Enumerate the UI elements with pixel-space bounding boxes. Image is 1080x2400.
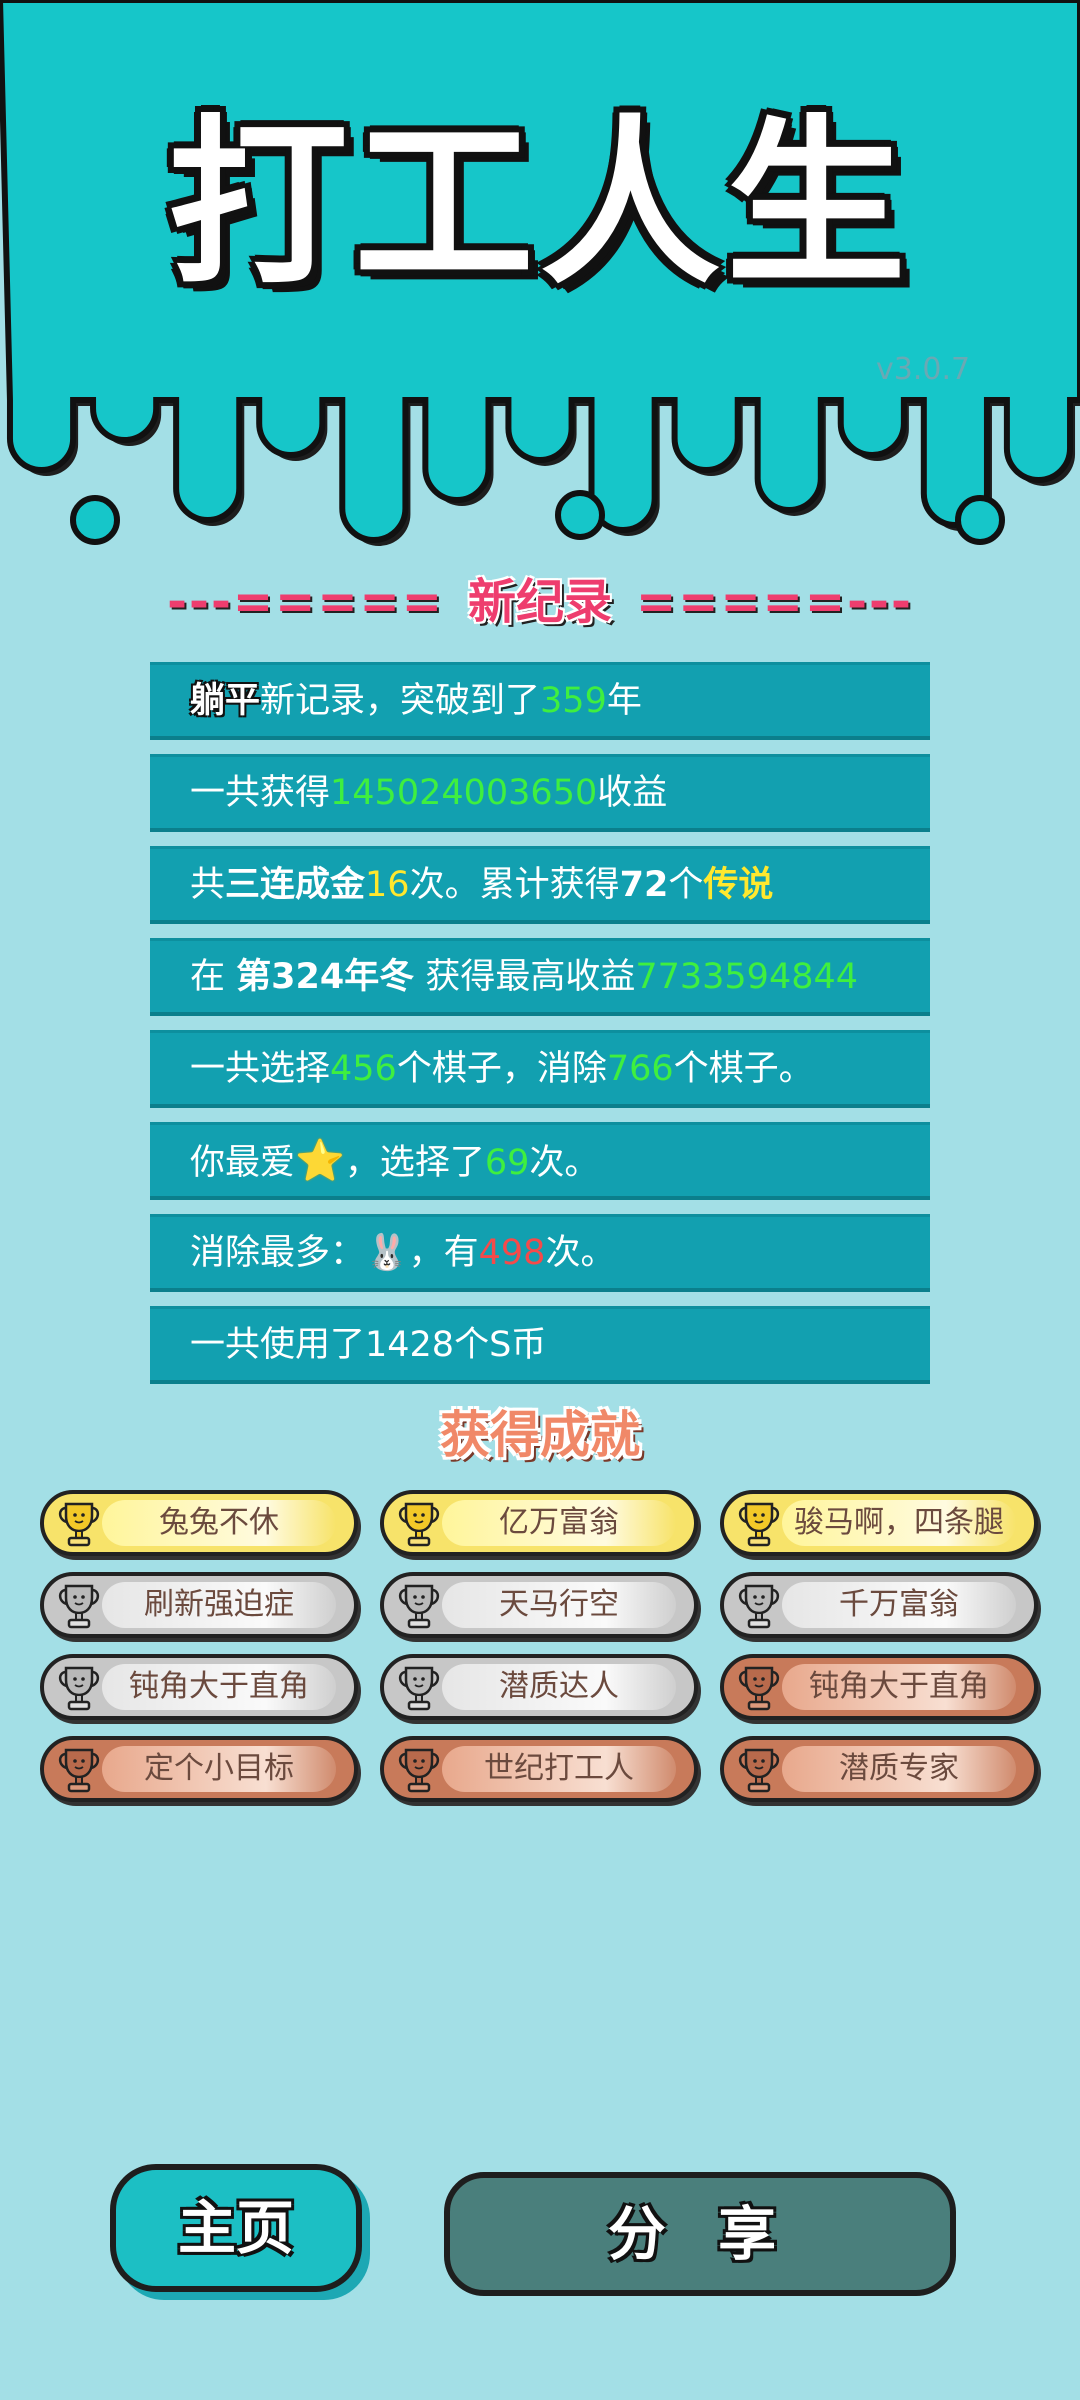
stat-value: 359 [540,681,607,721]
achievement-badge[interactable]: 钝角大于直角 [720,1654,1038,1720]
stat-text: ，有 [408,1233,479,1273]
stat-row: 一共使用了1428个S币 [150,1306,930,1384]
drip-droplet [955,495,1005,545]
achievement-label: 千万富翁 [782,1582,1016,1628]
stat-row: 一共获得145024003650收益 [150,754,930,832]
stat-text: 个棋子，消除 [396,1049,607,1089]
stat-text: 你最爱 [190,1143,296,1183]
trophy-icon [398,1502,440,1547]
achievements-title: 获得成就 [440,1406,640,1464]
achievement-badge[interactable]: 千万富翁 [720,1572,1038,1638]
stat-row: 在 第324年冬 获得最高收益7733594844 [150,938,930,1016]
stats-list: 躺平新记录，突破到了359年 一共获得145024003650收益 共三连成金16次… [150,662,930,1398]
stat-text: 一共选择 [190,1049,331,1089]
achievement-label: 潜质达人 [442,1664,676,1710]
stat-highlight: 第324年冬 [236,957,415,997]
drip-droplet [70,495,120,545]
trophy-icon [58,1584,100,1629]
stat-text: 新记录，突破到了 [260,681,541,721]
stat-value: 16 [365,865,410,905]
achievement-label: 钝角大于直角 [782,1664,1016,1710]
record-dashes-right: =====--- [636,574,913,630]
stat-text: 共 [190,865,226,905]
stat-text: 个 [668,865,704,905]
stat-highlight: 三连成金 [225,865,366,905]
achievement-label: 兔兔不休 [102,1500,336,1546]
achievement-label: 骏马啊，四条腿 [782,1500,1016,1546]
stat-row: 你最爱⭐，选择了69次。 [150,1122,930,1200]
stat-text: 次。累计获得 [409,865,620,905]
achievement-badge[interactable]: 骏马啊，四条腿 [720,1490,1038,1556]
stat-row: 躺平新记录，突破到了359年 [150,662,930,740]
stat-text: 一共使用了1428个S币 [190,1325,547,1365]
stat-value: 498 [478,1233,546,1273]
record-dashes-left: ---===== [167,574,444,630]
stat-text: 在 [190,957,237,997]
achievement-badge[interactable]: 世纪打工人 [380,1736,698,1802]
header-area: 打工人生 v3.0.7 [0,0,1080,560]
achievement-badge[interactable]: 天马行空 [380,1572,698,1638]
achievement-badge[interactable]: 潜质达人 [380,1654,698,1720]
achievement-label: 定个小目标 [102,1746,336,1792]
stat-value: 766 [606,1049,674,1089]
trophy-icon [398,1666,440,1711]
achievement-badge[interactable]: 兔兔不休 [40,1490,358,1556]
trophy-icon [738,1502,780,1547]
game-title: 打工人生 [167,100,912,309]
stat-value: 145024003650 [330,773,598,813]
stat-row: 一共选择456个棋子，消除766个棋子。 [150,1030,930,1108]
achievement-badge[interactable]: 钝角大于直角 [40,1654,358,1720]
achievement-label: 潜质专家 [782,1746,1016,1792]
star-icon: ⭐ [295,1138,345,1184]
rabbit-icon: 🐰 [365,1233,409,1273]
stat-highlight: 传说 [703,865,774,905]
stat-text: 收益 [597,773,668,813]
trophy-icon [58,1666,100,1711]
stat-value: 7733594844 [635,957,859,997]
stat-text: ，选择了 [344,1143,485,1183]
stat-text: 一共获得 [190,773,331,813]
trophy-icon [58,1502,100,1547]
home-button[interactable]: 主页 [110,2164,362,2292]
stat-row: 消除最多：🐰，有498次。 [150,1214,930,1292]
new-record-header: ---===== 新纪录 =====--- [0,572,1080,632]
achievement-badge[interactable]: 刷新强迫症 [40,1572,358,1638]
drip-droplet [555,490,605,540]
achievement-badge[interactable]: 定个小目标 [40,1736,358,1802]
stat-text: 个棋子。 [673,1049,814,1089]
stat-row: 共三连成金16次。累计获得72个传说 [150,846,930,924]
stat-highlight: 躺平 [190,681,261,721]
trophy-icon [398,1584,440,1629]
version-label: v3.0.7 [876,352,971,387]
achievement-badge[interactable]: 潜质专家 [720,1736,1038,1802]
stat-text: 年 [606,681,642,721]
stat-text: 次。 [529,1143,600,1183]
achievement-label: 钝角大于直角 [102,1664,336,1710]
share-button[interactable]: 分 享 [444,2172,956,2296]
stat-text: 获得最高收益 [414,957,636,997]
achievement-label: 亿万富翁 [442,1500,676,1546]
trophy-icon [738,1666,780,1711]
achievement-badge[interactable]: 亿万富翁 [380,1490,698,1556]
stat-value: 456 [330,1049,397,1089]
achievement-label: 刷新强迫症 [102,1582,336,1628]
stat-value: 69 [484,1143,530,1183]
achievement-label: 世纪打工人 [442,1746,676,1792]
stat-text: 次。 [545,1233,616,1273]
achievement-label: 天马行空 [442,1582,676,1628]
trophy-icon [738,1584,780,1629]
trophy-icon [738,1748,780,1793]
record-title: 新纪录 [467,574,612,630]
stat-text: 消除最多： [190,1233,366,1273]
trophy-icon [58,1748,100,1793]
trophy-icon [398,1748,440,1793]
stat-highlight: 72 [619,865,669,905]
